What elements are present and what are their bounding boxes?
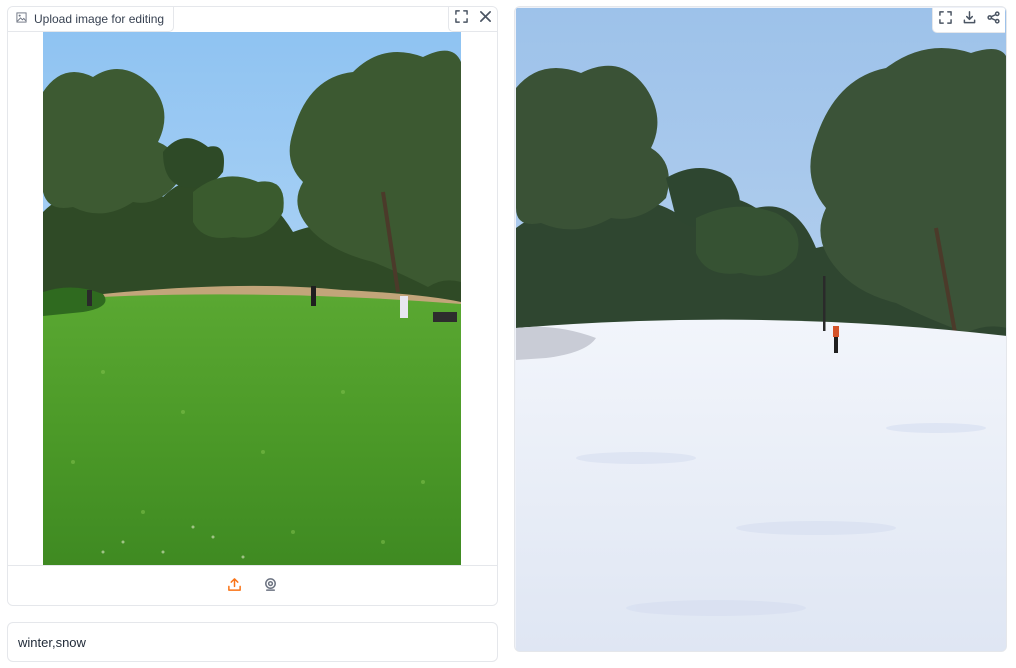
result-snow-photo (516, 8, 1006, 651)
input-image-label-text: Upload image for editing (34, 12, 165, 26)
webcam-button[interactable] (259, 575, 283, 599)
fullscreen-icon (454, 10, 468, 28)
share-icon (986, 11, 1000, 29)
input-image-label: Upload image for editing (8, 7, 175, 32)
download-icon (963, 11, 976, 29)
output-fullscreen-button[interactable] (933, 8, 957, 32)
fullscreen-icon (938, 11, 952, 29)
input-toolbar (448, 7, 497, 32)
source-park-photo[interactable] (43, 32, 461, 565)
upload-icon (227, 577, 242, 597)
upload-button[interactable] (223, 575, 247, 599)
input-image-panel: Upload image for editing (7, 6, 498, 606)
download-button[interactable] (957, 8, 981, 32)
clear-image-button[interactable] (473, 7, 497, 31)
share-button[interactable] (981, 8, 1005, 32)
prompt-text: winter,snow (18, 634, 86, 650)
output-toolbar (932, 8, 1005, 33)
image-icon (16, 12, 27, 26)
output-image-panel (514, 6, 1007, 652)
image-source-bar (8, 565, 497, 605)
prompt-input[interactable]: winter,snow (7, 622, 498, 662)
fullscreen-button[interactable] (449, 7, 473, 31)
webcam-icon (263, 577, 278, 597)
close-icon (479, 10, 492, 28)
